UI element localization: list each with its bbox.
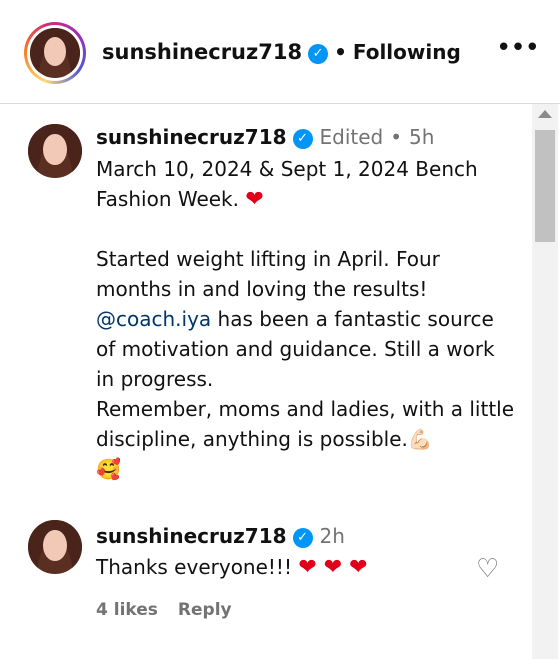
verified-icon: ✓: [292, 528, 313, 548]
header-username-row: sunshinecruz718 ✓ • Following: [102, 40, 461, 64]
post-header: sunshinecruz718 ✓ • Following •••: [0, 0, 560, 104]
heart-outline-icon[interactable]: ♡: [476, 556, 504, 582]
username-link[interactable]: sunshinecruz718: [96, 125, 287, 149]
smiling-hearts-emoji: 🥰: [96, 457, 121, 481]
reply-time[interactable]: 2h: [320, 524, 345, 548]
heart-icon: ❤: [245, 187, 264, 212]
mention-link[interactable]: @coach.iya: [96, 307, 211, 331]
edited-label: Edited: [319, 125, 384, 149]
hearts: ❤ ❤ ❤: [298, 555, 368, 580]
username-link[interactable]: sunshinecruz718: [102, 40, 302, 64]
likes-count[interactable]: 4 likes: [96, 600, 158, 620]
reply-text: Thanks everyone!!! ❤ ❤ ❤: [96, 555, 368, 580]
reply-username-row: sunshinecruz718 ✓ 2h: [96, 524, 345, 548]
avatar[interactable]: [28, 124, 82, 178]
scrollbar-thumb[interactable]: [535, 130, 555, 242]
reply-button[interactable]: Reply: [178, 600, 232, 620]
verified-icon: ✓: [292, 129, 313, 149]
more-options-icon[interactable]: •••: [496, 35, 540, 62]
avatar[interactable]: [28, 520, 82, 574]
muscle-emoji: 💪🏻: [407, 427, 433, 451]
verified-icon: ✓: [308, 44, 329, 64]
caption-username-row: sunshinecruz718 ✓ Edited • 5h: [96, 125, 435, 149]
caption-text: March 10, 2024 & Sept 1, 2024 Bench Fash…: [96, 157, 485, 212]
scroll-up-arrow-icon[interactable]: [538, 110, 552, 118]
username-link[interactable]: sunshinecruz718: [96, 524, 287, 548]
reply-footer: 4 likes Reply: [96, 600, 252, 620]
following-button[interactable]: Following: [353, 40, 461, 64]
avatar[interactable]: [30, 28, 80, 78]
caption-paragraph: Started weight lifting in April. Four mo…: [96, 247, 521, 481]
post-time[interactable]: 5h: [409, 125, 434, 149]
